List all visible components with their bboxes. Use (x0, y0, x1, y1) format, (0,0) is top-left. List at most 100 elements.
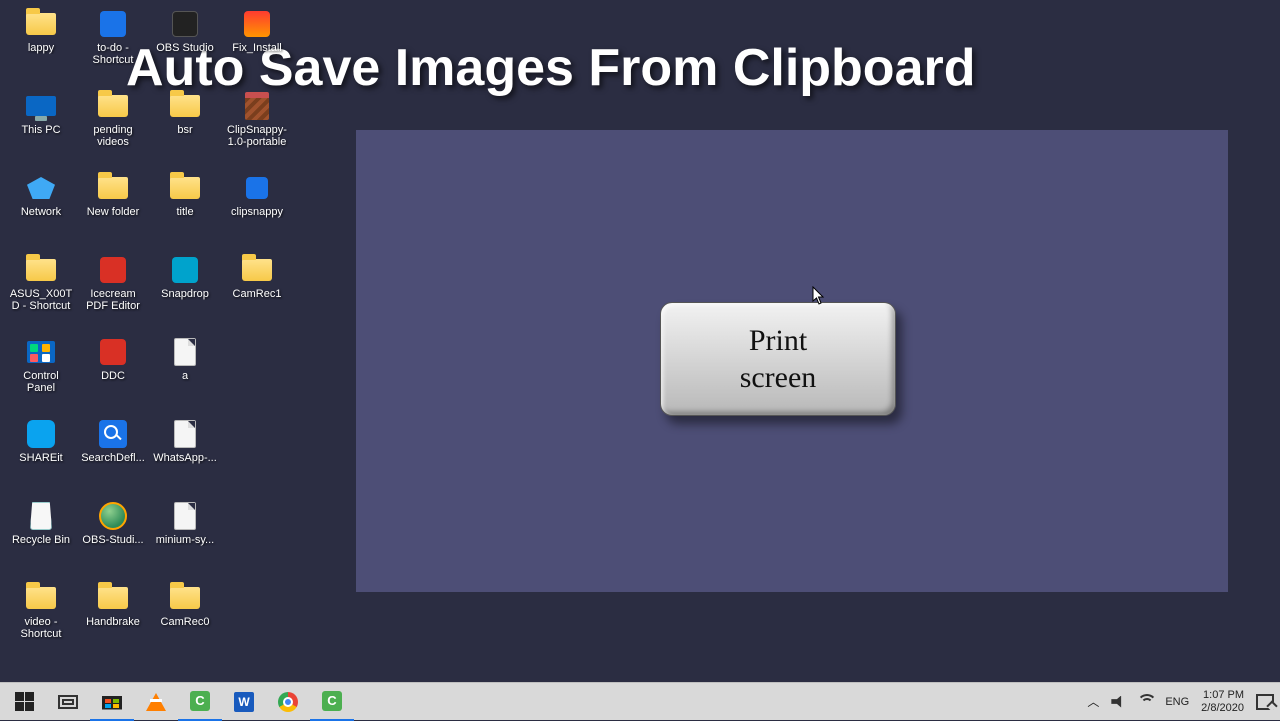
desktop-icon-label: Icecream PDF Editor (80, 288, 146, 312)
clock[interactable]: 1:07 PM 2/8/2020 (1201, 689, 1244, 714)
red-icon (95, 336, 131, 368)
taskbar-store[interactable] (90, 683, 134, 721)
folder-icon (167, 582, 203, 614)
desktop-icon-label: Network (8, 206, 74, 218)
vlc-icon (146, 693, 166, 711)
desktop-icon-handbrake[interactable]: Handbrake (78, 578, 148, 660)
blue-icon (95, 8, 131, 40)
desktop-icon-camrec0[interactable]: CamRec0 (150, 578, 220, 660)
desktop-icon-label: pending videos (80, 124, 146, 148)
clock-time: 1:07 PM (1203, 689, 1244, 702)
desktop-icon-label: DDC (80, 370, 146, 382)
print-key-line1: Print (749, 322, 807, 360)
desktop-icon-label: WhatsApp-... (152, 452, 218, 464)
share-icon (23, 418, 59, 450)
wifi-icon[interactable] (1137, 696, 1153, 708)
desktop-icon-to-do-shortcut[interactable]: to-do - Shortcut (78, 4, 148, 86)
tray-overflow-icon[interactable]: ︿ (1087, 693, 1099, 710)
desktop-icon-title[interactable]: title (150, 168, 220, 250)
task-view-button[interactable] (46, 683, 90, 721)
store-icon (102, 692, 122, 710)
desktop-icon-ddc[interactable]: DDC (78, 332, 148, 414)
orange-icon (239, 8, 275, 40)
print-screen-key[interactable]: Print screen (660, 302, 896, 416)
desktop-icon-asus-x00td-shortcut[interactable]: ASUS_X00TD - Shortcut (6, 250, 76, 332)
desktop-icon-label: OBS-Studi... (80, 534, 146, 546)
bin-icon (23, 500, 59, 532)
folder-icon (167, 90, 203, 122)
desktop-icon-clipsnappy[interactable]: clipsnappy (222, 168, 292, 250)
file-icon (167, 418, 203, 450)
net-icon (23, 172, 59, 204)
desktop-icon-fix-install[interactable]: Fix_Install (222, 4, 292, 86)
desktop-icon-searchdefl-[interactable]: SearchDefl... (78, 414, 148, 496)
folder-icon (95, 90, 131, 122)
desktop-icon-label: lappy (8, 42, 74, 54)
desktop-icon-label: SHAREit (8, 452, 74, 464)
camtasia-icon-2: C (322, 691, 342, 711)
desktop-icon-label: a (152, 370, 218, 382)
search-icon (95, 418, 131, 450)
desktop-icon-label: Snapdrop (152, 288, 218, 300)
desktop-icon-icecream-pdf-editor[interactable]: Icecream PDF Editor (78, 250, 148, 332)
chrome-icon (278, 692, 298, 712)
desktop-icon-minium-sy-[interactable]: minium-sy... (150, 496, 220, 578)
mouse-cursor-icon (812, 286, 826, 306)
start-button[interactable] (2, 683, 46, 721)
desktop-icon-label: Handbrake (80, 616, 146, 628)
taskbar-camtasia[interactable]: C (178, 683, 222, 721)
desktop-icon-label: ClipSnappy-1.0-portable (224, 124, 290, 148)
folder-icon (23, 582, 59, 614)
exe-blue-icon (239, 172, 275, 204)
file-icon (167, 336, 203, 368)
desktop-icon-label: Fix_Install (224, 42, 290, 54)
desktop-icon-bsr[interactable]: bsr (150, 86, 220, 168)
taskbar-left: C W C (0, 683, 354, 721)
dark-icon (167, 8, 203, 40)
desktop-icon-obs-studio[interactable]: OBS Studio (150, 4, 220, 86)
desktop-icon-label: This PC (8, 124, 74, 136)
globe-icon (95, 500, 131, 532)
desktop-icon-whatsapp-[interactable]: WhatsApp-... (150, 414, 220, 496)
language-indicator[interactable]: ENG (1165, 696, 1189, 708)
desktop-icon-label: ASUS_X00TD - Shortcut (8, 288, 74, 312)
folder-icon (23, 254, 59, 286)
taskbar-camtasia-2[interactable]: C (310, 683, 354, 721)
desktop-icon-label: title (152, 206, 218, 218)
desktop-icon-obs-studi-[interactable]: OBS-Studi... (78, 496, 148, 578)
desktop-icon-label: bsr (152, 124, 218, 136)
desktop-icon-label: CamRec1 (224, 288, 290, 300)
action-center-icon[interactable] (1256, 694, 1274, 710)
volume-icon[interactable] (1111, 696, 1125, 708)
desktop-icon-pending-videos[interactable]: pending videos (78, 86, 148, 168)
desktop-icon-new-folder[interactable]: New folder (78, 168, 148, 250)
desktop-icon-camrec1[interactable]: CamRec1 (222, 250, 292, 332)
system-tray: ︿ ENG 1:07 PM 2/8/2020 (1087, 689, 1280, 714)
desktop-icon-this-pc[interactable]: This PC (6, 86, 76, 168)
desktop[interactable]: Auto Save Images From Clipboard lappy to-… (0, 0, 1280, 720)
desktop-icon-a[interactable]: a (150, 332, 220, 414)
desktop-icon-network[interactable]: Network (6, 168, 76, 250)
desktop-icon-recycle-bin[interactable]: Recycle Bin (6, 496, 76, 578)
rar-icon (239, 90, 275, 122)
taskbar: C W C ︿ ENG 1:07 PM 2/8/2020 (0, 682, 1280, 720)
taskbar-vlc[interactable] (134, 683, 178, 721)
desktop-icon-label: SearchDefl... (80, 452, 146, 464)
desktop-icon-snapdrop[interactable]: Snapdrop (150, 250, 220, 332)
desktop-icon-lappy[interactable]: lappy (6, 4, 76, 86)
desktop-icon-grid: lappy to-do - Shortcut OBS Studio Fix_Insta… (6, 4, 292, 660)
desktop-icon-control-panel[interactable]: Control Panel (6, 332, 76, 414)
desktop-icon-video-shortcut[interactable]: video - Shortcut (6, 578, 76, 660)
camtasia-icon: C (190, 691, 210, 711)
desktop-icon-label: Recycle Bin (8, 534, 74, 546)
desktop-icon-label: to-do - Shortcut (80, 42, 146, 66)
taskbar-chrome[interactable] (266, 683, 310, 721)
desktop-icon-label: OBS Studio (152, 42, 218, 54)
desktop-icon-clipsnappy-1-0-portable[interactable]: ClipSnappy-1.0-portable (222, 86, 292, 168)
desktop-icon-shareit[interactable]: SHAREit (6, 414, 76, 496)
folder-icon (95, 582, 131, 614)
desktop-icon-label: New folder (80, 206, 146, 218)
taskbar-word[interactable]: W (222, 683, 266, 721)
headline-text: Auto Save Images From Clipboard (126, 38, 1240, 98)
pc-icon (23, 90, 59, 122)
